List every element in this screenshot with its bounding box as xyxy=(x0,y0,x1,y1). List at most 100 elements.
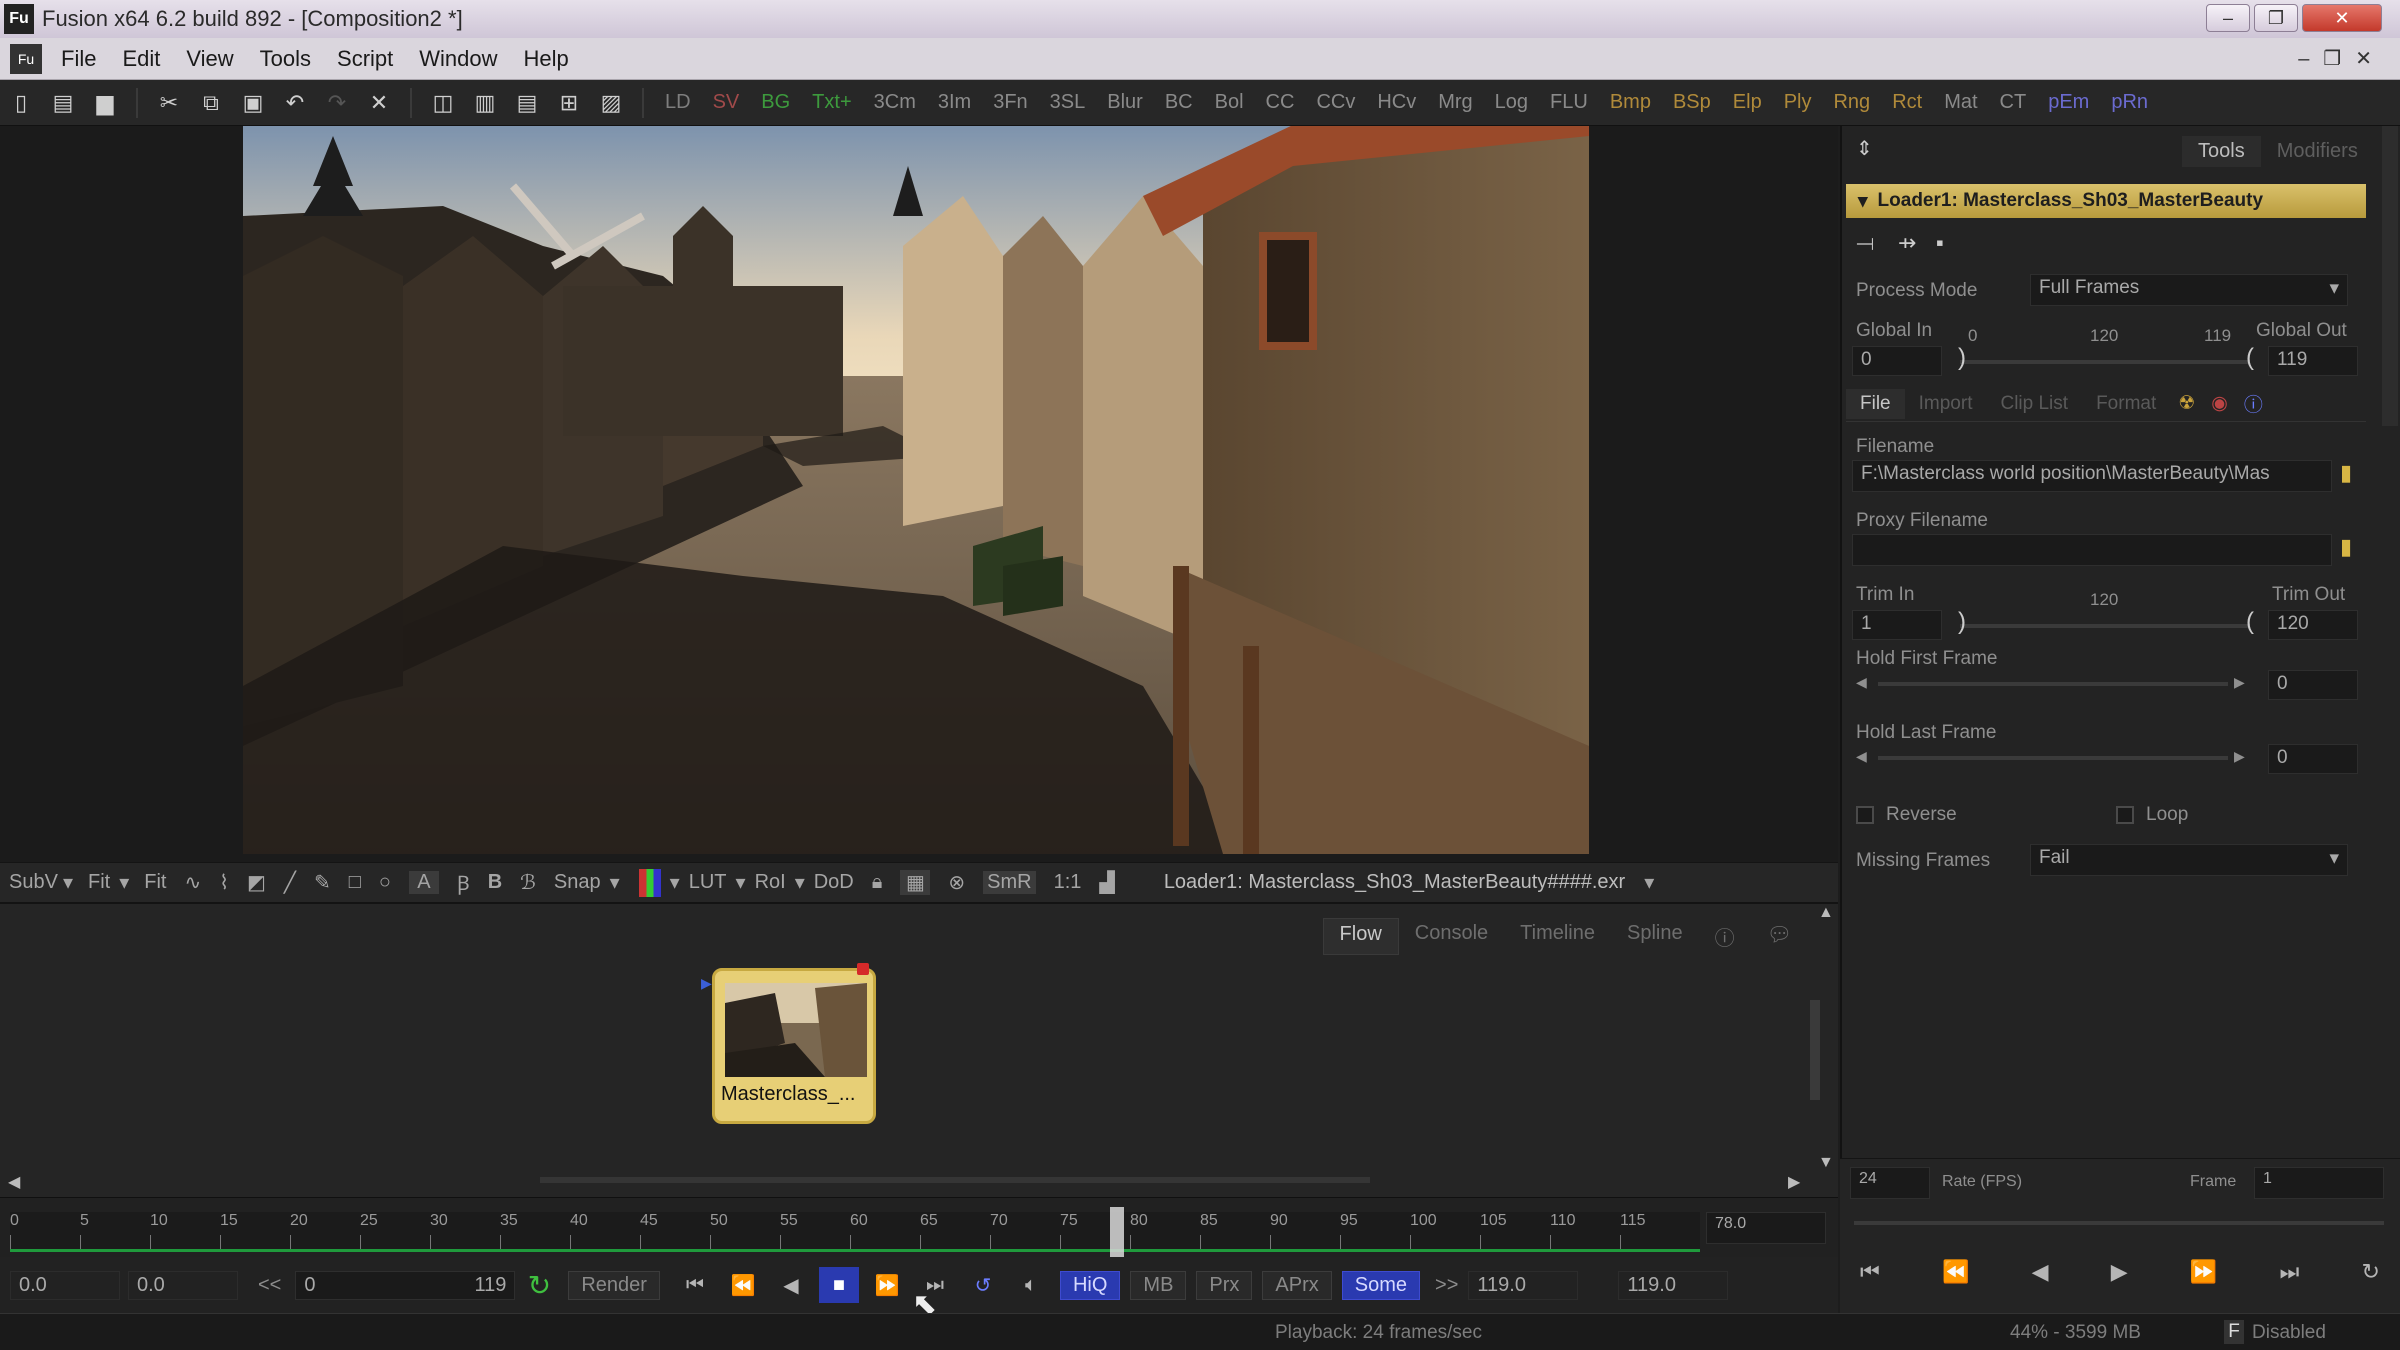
menu-tools[interactable]: Tools xyxy=(247,46,324,72)
flow-view[interactable]: Flow Console Timeline Spline ⓘ 💬︎ Master… xyxy=(0,902,1838,1197)
tool-cc-button[interactable]: CC xyxy=(1266,91,1295,114)
layout-4-icon[interactable]: ⊞ xyxy=(554,88,584,118)
tool-mrg-button[interactable]: Mrg xyxy=(1438,91,1472,114)
play-reverse-icon[interactable]: ◀ xyxy=(2032,1259,2049,1285)
text-tool-icon[interactable]: A xyxy=(408,871,439,894)
radioactive-icon[interactable]: ☢ xyxy=(2170,388,2203,419)
tool-bmp-button[interactable]: Bmp xyxy=(1610,91,1651,114)
cut-icon[interactable]: ✂ xyxy=(154,88,184,118)
range-prev-button[interactable]: << xyxy=(258,1274,281,1297)
tool-3fn-button[interactable]: 3Fn xyxy=(993,91,1027,114)
hiq-button[interactable]: HiQ xyxy=(1059,1270,1121,1300)
missing-frames-dropdown[interactable]: Fail ▾ xyxy=(2030,844,2348,876)
go-end-icon[interactable]: ⏭ xyxy=(2279,1259,2299,1285)
audio-icon[interactable]: 🔈︎ xyxy=(1011,1267,1051,1303)
panel-pin-icon[interactable]: ⇕ xyxy=(1856,136,1873,161)
browse-proxy-icon[interactable]: ▮ xyxy=(2340,534,2352,560)
menu-script[interactable]: Script xyxy=(324,46,406,72)
global-start-field[interactable]: 0.0 xyxy=(10,1270,120,1300)
trim-in-handle[interactable]: ) xyxy=(1958,608,1966,636)
undo-icon[interactable]: ↶ xyxy=(280,88,310,118)
browse-folder-icon[interactable]: ▮ xyxy=(2340,460,2352,486)
tab-modifiers[interactable]: Modifiers xyxy=(2261,136,2374,167)
subv-button[interactable]: SubV xyxy=(9,871,58,894)
go-start-icon[interactable]: ⏮ xyxy=(675,1267,715,1303)
snap-button[interactable]: Snap xyxy=(554,871,601,894)
render-range-slider[interactable]: 0 119 xyxy=(295,1270,516,1300)
tool-sv-button[interactable]: SV xyxy=(713,91,740,114)
slider-left-arrow-icon[interactable]: ◀ xyxy=(1856,674,1867,691)
tab-console[interactable]: Console xyxy=(1399,918,1504,955)
scroll-up-icon[interactable]: ▲ xyxy=(1818,904,1834,922)
collapse-icon[interactable]: ▾ xyxy=(1858,190,1868,213)
subtab-format[interactable]: Format xyxy=(2082,389,2170,419)
info-icon[interactable]: ⓘ xyxy=(1699,918,1751,955)
hold-last-slider[interactable] xyxy=(1878,756,2228,760)
paint-icon[interactable]: ╱ xyxy=(284,870,296,895)
bold-icon[interactable]: B xyxy=(488,871,502,894)
redo-icon[interactable]: ↷ xyxy=(322,88,352,118)
step-back-icon[interactable]: ⏪ xyxy=(1942,1259,1969,1285)
menu-edit[interactable]: Edit xyxy=(109,46,173,72)
loader-node[interactable]: Masterclass_... ▶ xyxy=(701,963,876,1124)
smr-button[interactable]: SmR xyxy=(983,871,1036,894)
tool-3cm-button[interactable]: 3Cm xyxy=(874,91,916,114)
node-input-arrow[interactable]: ▶ xyxy=(701,975,712,992)
mb-button[interactable]: MB xyxy=(1130,1270,1187,1300)
roi-button[interactable]: RoI xyxy=(755,871,786,894)
playback-scrub-slider[interactable] xyxy=(1854,1221,2384,1225)
minimize-button[interactable]: – xyxy=(2206,4,2250,32)
tab-flow[interactable]: Flow xyxy=(1322,918,1399,955)
loop-checkbox[interactable] xyxy=(2116,806,2134,824)
tool-ccv-button[interactable]: CCv xyxy=(1316,91,1355,114)
slider-left-arrow-icon[interactable]: ◀ xyxy=(1856,748,1867,765)
save-icon[interactable]: ▆ xyxy=(90,88,120,118)
fps-field[interactable]: 24 xyxy=(1850,1167,1930,1199)
tool-elp-button[interactable]: Elp xyxy=(1733,91,1762,114)
tool-bol-button[interactable]: Bol xyxy=(1215,91,1244,114)
paste-icon[interactable]: ▣ xyxy=(238,88,268,118)
lock-icon[interactable]: 🔒︎ xyxy=(872,871,883,894)
tool-3sl-button[interactable]: 3SL xyxy=(1050,91,1086,114)
trim-out-handle[interactable]: ( xyxy=(2246,608,2254,636)
target-icon[interactable]: ⊗ xyxy=(948,870,965,895)
global-out-handle[interactable]: ( xyxy=(2246,344,2254,372)
flow-scrollbar-vertical[interactable] xyxy=(1810,1000,1820,1100)
menu-view[interactable]: View xyxy=(173,46,246,72)
menu-help[interactable]: Help xyxy=(511,46,582,72)
loop-icon[interactable]: ↻ xyxy=(2362,1259,2380,1285)
step-forward-icon[interactable]: ⏩ xyxy=(867,1267,907,1303)
tool-rng-button[interactable]: Rng xyxy=(1833,91,1870,114)
new-icon[interactable]: ▯ xyxy=(6,88,36,118)
subtab-file[interactable]: File xyxy=(1846,388,1905,419)
aprx-button[interactable]: APrx xyxy=(1262,1270,1332,1300)
step-forward-icon[interactable]: ⏩ xyxy=(2190,1259,2217,1285)
close-button[interactable]: ✕ xyxy=(2302,4,2382,32)
trim-range-slider[interactable] xyxy=(1960,624,2250,628)
render-button[interactable]: Render xyxy=(568,1270,660,1300)
scroll-right-icon[interactable]: ▶ xyxy=(1788,1172,1800,1192)
copy-icon[interactable]: ⧉ xyxy=(196,88,226,118)
one-to-one-button[interactable]: 1:1 xyxy=(1054,871,1082,894)
layout-1-icon[interactable]: ◫ xyxy=(428,88,458,118)
some-button[interactable]: Some xyxy=(1341,1270,1421,1300)
global-out-field[interactable]: 119 xyxy=(2268,346,2358,376)
node-output-marker[interactable] xyxy=(857,963,869,975)
layout-3-icon[interactable]: ▤ xyxy=(512,88,542,118)
time-ruler[interactable]: 0 5 10 15 20 25 30 35 40 45 50 55 60 65 70 75 80 85 90 95 10… xyxy=(10,1212,1700,1252)
subtab-clip-list[interactable]: Clip List xyxy=(1986,389,2082,419)
rgb-channel-icon[interactable] xyxy=(638,868,661,897)
filename-field[interactable]: F:\Masterclass world position\MasterBeau… xyxy=(1852,460,2332,492)
global-in-handle[interactable]: ) xyxy=(1958,344,1966,372)
tab-spline[interactable]: Spline xyxy=(1611,918,1699,955)
tab-timeline[interactable]: Timeline xyxy=(1504,918,1611,955)
comment-icon[interactable]: 💬︎ xyxy=(1751,918,1808,955)
trim-out-field[interactable]: 120 xyxy=(2268,610,2358,640)
polyline-icon[interactable]: ⌇ xyxy=(219,870,229,895)
tool-mat-button[interactable]: Mat xyxy=(1944,91,1977,114)
tool-link-icon[interactable]: ⇸ xyxy=(1898,230,1916,256)
tool-3im-button[interactable]: 3Im xyxy=(938,91,971,114)
playhead[interactable] xyxy=(1110,1207,1124,1257)
tab-tools[interactable]: Tools xyxy=(2182,136,2261,167)
step-back-icon[interactable]: ⏪ xyxy=(723,1267,763,1303)
